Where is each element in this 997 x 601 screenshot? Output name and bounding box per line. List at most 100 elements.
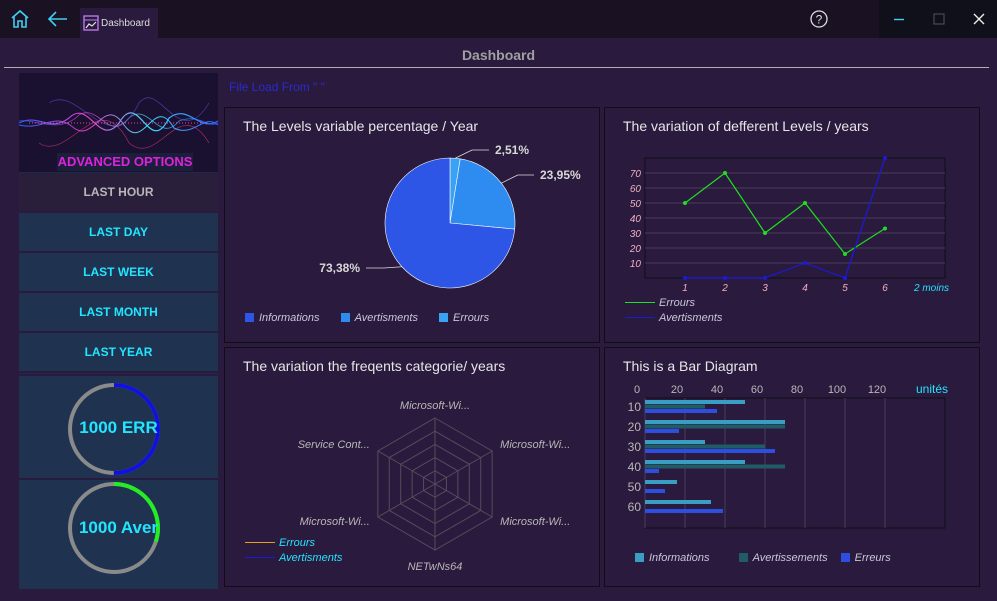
bar-x-axis-label: unités — [916, 382, 948, 396]
svg-text:?: ? — [816, 13, 823, 27]
radar-axis-line — [434, 483, 493, 518]
line-y-tick: 60 — [630, 184, 642, 195]
help-icon[interactable]: ? — [806, 0, 832, 38]
bar-erreurs — [645, 489, 665, 493]
page-title: Dashboard — [461, 47, 536, 63]
tab-label: Dashboard — [101, 17, 150, 29]
minimize-icon[interactable] — [887, 0, 911, 38]
dashboard-icon — [83, 15, 99, 31]
error-gauge: 1000 ERR — [19, 374, 218, 480]
maximize-icon[interactable] — [927, 0, 951, 38]
line-x-tick: 4 — [802, 283, 808, 294]
line-point-avertisments — [763, 276, 767, 280]
radar-legend: Errours Avertisments — [245, 536, 342, 566]
bar-x-tick: 40 — [711, 384, 723, 396]
bar-x-tick: 80 — [791, 384, 803, 396]
bar-erreurs — [645, 429, 679, 433]
sidebar-item-last-month[interactable]: LAST MONTH — [19, 293, 218, 333]
radar-axis-label: NETwNs64 — [408, 561, 463, 573]
home-icon[interactable] — [6, 0, 34, 38]
legend-swatch-informations — [245, 313, 254, 322]
advanced-options-banner[interactable]: ADVANCED OPTIONS — [19, 73, 218, 172]
legend-label-errours: Errours — [659, 297, 696, 309]
legend-label-informations: Informations — [259, 312, 320, 324]
radar-chart-panel: The variation the freqents categorie/ ye… — [224, 347, 600, 587]
line-point-errours — [883, 226, 887, 231]
legend-label-erreurs: Erreurs — [854, 552, 891, 564]
bar-informations — [645, 500, 711, 504]
legend-swatch-errours — [439, 313, 449, 322]
legend-swatch-informations — [635, 553, 644, 562]
bar-erreurs — [645, 469, 659, 473]
bar-category-label: 60 — [628, 500, 642, 514]
bar-informations — [645, 480, 677, 484]
line-point-avertisments — [803, 261, 807, 265]
legend-swatch-avertissements — [738, 553, 748, 562]
page-header: Dashboard — [0, 38, 997, 68]
bar-category-label: 10 — [628, 400, 642, 414]
legend-label-avertisments: Avertisments — [354, 312, 418, 324]
bar-informations — [645, 420, 785, 424]
legend-line-avertisments — [625, 317, 655, 318]
pie-leader-errours — [454, 149, 489, 159]
legend-label-avertisments: Avertisments — [279, 552, 343, 564]
radar-axis-line — [434, 450, 493, 485]
bar-x-tick: 0 — [634, 384, 640, 396]
bar-avertissements — [645, 444, 765, 449]
legend-label-informations: Informations — [649, 552, 710, 564]
line-point-avertisments — [883, 156, 887, 160]
radar-axis-line — [377, 483, 436, 518]
line-point-errours — [843, 252, 847, 256]
radar-axis-label: Service Cont... — [298, 439, 370, 451]
header-divider — [4, 67, 989, 68]
line-point-avertisments — [723, 276, 727, 280]
bar-legend: Informations Avertissements Erreurs — [635, 552, 891, 564]
error-gauge-label: 1000 ERR — [79, 418, 158, 437]
radar-axis-line — [377, 450, 436, 485]
pie-legend: Informations Avertisments Errours — [245, 312, 489, 324]
sidebar-item-last-day[interactable]: LAST DAY — [19, 213, 218, 253]
advanced-options-label: ADVANCED OPTIONS — [57, 153, 193, 171]
line-x-axis-label: 2 moins — [913, 283, 949, 294]
line-y-tick: 30 — [630, 229, 642, 240]
line-y-tick: 10 — [630, 259, 642, 270]
line-x-tick: 6 — [882, 283, 888, 294]
window-controls — [879, 0, 997, 38]
legend-label-avertissements: Avertissements — [752, 552, 828, 564]
title-bar: Dashboard ? — [0, 0, 997, 38]
close-icon[interactable] — [967, 0, 991, 38]
bar-x-tick: 120 — [868, 384, 886, 396]
line-x-tick: 2 — [721, 283, 728, 294]
legend-swatch-erreurs — [840, 553, 850, 562]
radar-axis-label: Microsoft-Wi... — [400, 400, 470, 412]
back-arrow-icon[interactable] — [44, 0, 72, 38]
line-y-tick: 40 — [630, 214, 642, 225]
radar-axis-label: Microsoft-Wi... — [300, 516, 370, 528]
pie-leader-avertisments — [501, 174, 534, 184]
legend-label-errours: Errours — [279, 537, 316, 549]
bar-x-tick: 20 — [671, 384, 683, 396]
sidebar: ADVANCED OPTIONS LAST HOUR LAST DAY LAST… — [19, 73, 218, 589]
radar-chart-title: The variation the freqents categorie/ ye… — [243, 358, 506, 374]
bar-x-tick: 60 — [751, 384, 763, 396]
sidebar-item-last-year[interactable]: LAST YEAR — [19, 333, 218, 373]
sidebar-item-last-week[interactable]: LAST WEEK — [19, 253, 218, 293]
bar-erreurs — [645, 509, 723, 513]
line-y-tick: 50 — [630, 199, 642, 210]
tab-dashboard[interactable]: Dashboard — [80, 8, 158, 38]
line-x-tick: 1 — [682, 283, 688, 294]
line-point-errours — [803, 201, 807, 205]
bar-informations — [645, 460, 745, 464]
legend-label-avertisments: Avertisments — [659, 312, 723, 324]
pie-chart-title: The Levels variable percentage / Year — [243, 118, 479, 134]
line-point-avertisments — [843, 276, 847, 280]
pie-label-errours: 2,51% — [495, 143, 529, 157]
line-point-errours — [683, 201, 687, 205]
line-chart-title: The variation of defferent Levels / year… — [623, 118, 869, 134]
legend-line-errours — [625, 302, 655, 303]
sidebar-item-last-hour[interactable]: LAST HOUR — [19, 173, 218, 213]
bar-category-label: 20 — [628, 420, 642, 434]
legend-line-errours — [245, 542, 275, 543]
bar-category-label: 30 — [628, 440, 642, 454]
bar-category-label: 40 — [628, 460, 642, 474]
